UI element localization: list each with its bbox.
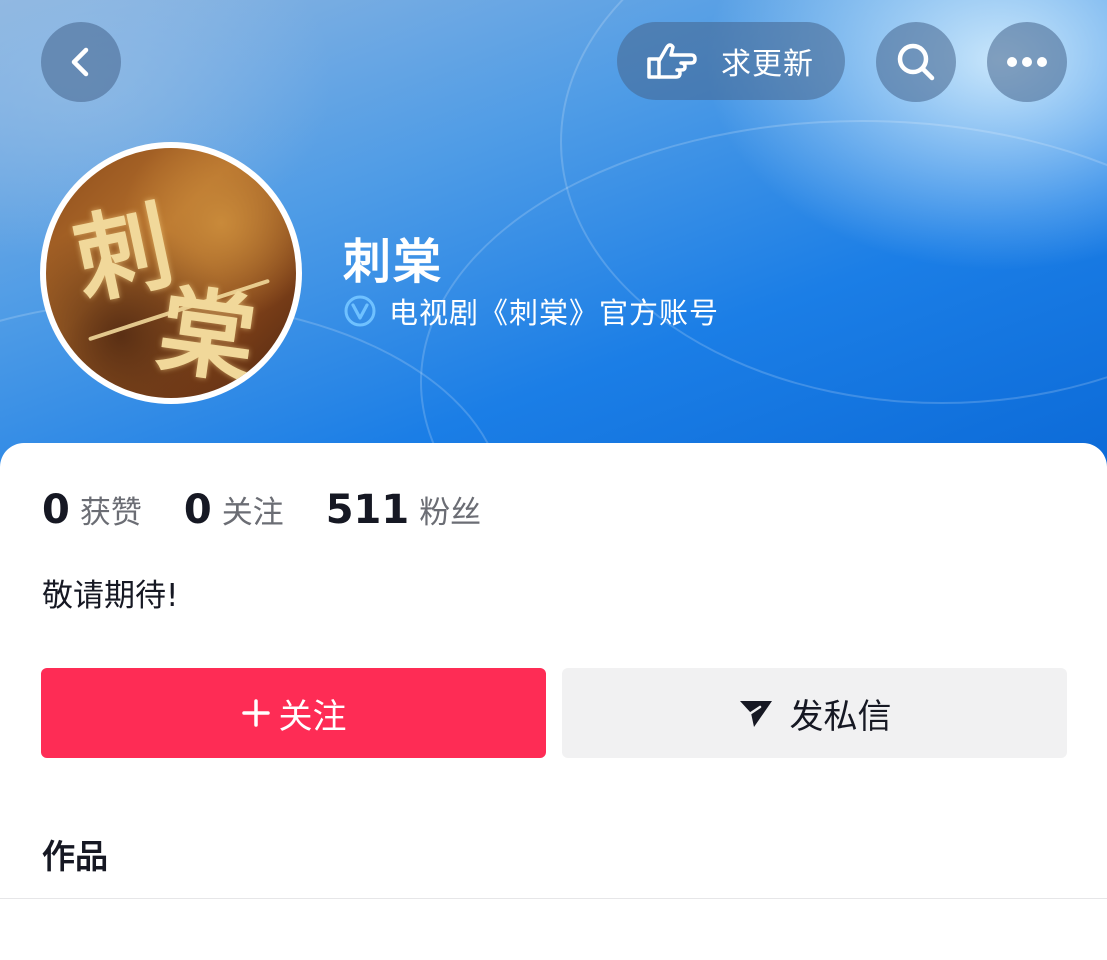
- follow-button[interactable]: 关注: [41, 668, 546, 758]
- stat-label: 粉丝: [419, 495, 482, 531]
- works-title[interactable]: 作品: [42, 830, 108, 878]
- send-icon: [739, 701, 772, 727]
- avatar-calligraphy: 刺 棠: [64, 168, 284, 398]
- message-button[interactable]: 发私信: [562, 668, 1067, 758]
- stat-following[interactable]: 0 关注: [184, 487, 284, 533]
- plus-icon: [241, 699, 270, 727]
- pointing-hand-icon: [647, 43, 697, 79]
- stat-label: 关注: [221, 495, 284, 531]
- stats-row: 0 获赞 0 关注 511 粉丝: [42, 487, 523, 533]
- stat-followers[interactable]: 511 粉丝: [326, 487, 482, 533]
- avatar-image: 刺 棠: [46, 148, 296, 398]
- follow-label: 关注: [278, 696, 347, 737]
- message-label: 发私信: [789, 696, 892, 737]
- chevron-left-icon: [71, 47, 89, 77]
- search-button[interactable]: [876, 22, 956, 102]
- stat-label: 获赞: [79, 495, 142, 531]
- verification-text: 电视剧《刺棠》官方账号: [389, 296, 720, 330]
- more-horizontal-icon: [1007, 57, 1047, 67]
- stat-value: 511: [325, 487, 410, 533]
- request-update-label: 求更新: [721, 47, 814, 82]
- verification-row: 电视剧《刺棠》官方账号: [343, 290, 719, 332]
- avatar[interactable]: 刺 棠: [40, 142, 302, 404]
- stat-likes[interactable]: 0 获赞: [42, 487, 142, 533]
- profile-name: 刺棠: [343, 234, 444, 290]
- stat-value: 0: [42, 487, 70, 533]
- more-button[interactable]: [987, 22, 1067, 102]
- bio-text: 敬请期待!: [42, 578, 179, 614]
- divider: [0, 898, 1107, 899]
- back-button[interactable]: [41, 22, 121, 102]
- verified-badge-icon: [344, 295, 376, 327]
- stat-value: 0: [183, 487, 212, 533]
- request-update-button[interactable]: 求更新: [617, 22, 845, 100]
- search-icon: [897, 43, 935, 81]
